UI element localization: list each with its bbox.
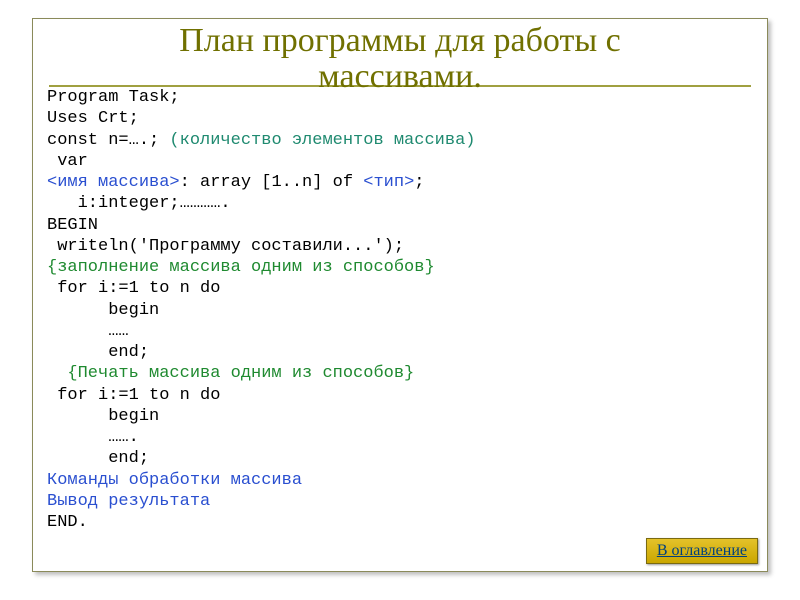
code-comment: {Печать массива одним из способов} [47,364,414,383]
code-line: const n=….; [47,131,169,150]
code-line: BEGIN [47,216,98,235]
code-line: end; [47,449,149,468]
code-line: Uses Crt; [47,109,139,128]
code-line: writeln('Программу составили...'); [47,237,404,256]
code-line: i:integer;…………. [47,194,231,213]
code-block: Program Task; Uses Crt; const n=….; (кол… [47,87,753,533]
code-line: var [47,152,88,171]
code-line: for i:=1 to n do [47,386,220,405]
code-line: end; [47,343,149,362]
code-line: …… [47,322,129,341]
code-placeholder: <тип> [363,173,414,192]
code-comment: {заполнение массива одним из способов} [47,258,435,277]
code-line: ; [414,173,424,192]
code-comment: (количество элементов массива) [169,131,475,150]
code-line: END. [47,513,88,532]
code-line: : array [1..n] of [180,173,364,192]
title-region: План программы для работы с массивами. [49,23,751,87]
code-line: begin [47,301,159,320]
slide-frame: План программы для работы с массивами. P… [32,18,768,572]
code-line: begin [47,407,159,426]
slide-title-line1: План программы для работы с [179,22,621,59]
code-placeholder: <имя массива> [47,173,180,192]
toc-button[interactable]: В оглавление [646,538,758,564]
code-line: Program Task; [47,88,180,107]
code-annotation: Вывод результата [47,492,210,511]
code-line: for i:=1 to n do [47,279,220,298]
code-annotation: Команды обработки массива [47,471,302,490]
code-line: ……. [47,428,139,447]
